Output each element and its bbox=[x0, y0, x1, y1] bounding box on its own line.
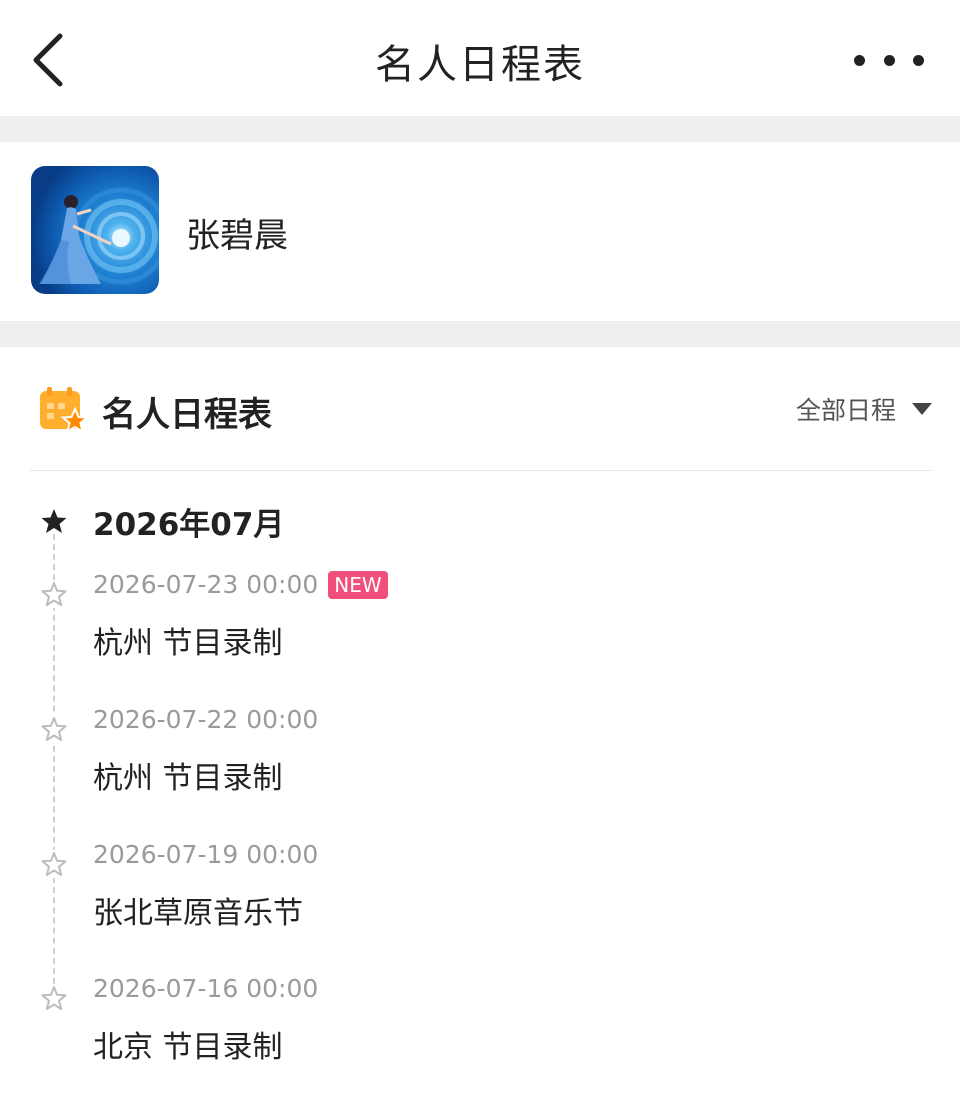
more-button[interactable] bbox=[854, 40, 924, 80]
event-title: 杭州 节目录制 bbox=[93, 626, 283, 661]
event-date-text: 2026-07-16 00:00 bbox=[93, 974, 319, 1003]
outline-star-icon bbox=[40, 984, 68, 1012]
section-separator bbox=[0, 321, 960, 347]
event-title: 张北草原音乐节 bbox=[93, 896, 303, 931]
event-date-text: 2026-07-22 00:00 bbox=[93, 705, 319, 734]
schedule-event[interactable]: 2026-07-16 00:00 北京 节目录制 bbox=[0, 974, 960, 1084]
schedule-filter-dropdown[interactable]: 全部日程 bbox=[796, 391, 932, 427]
event-date: 2026-07-16 00:00 bbox=[93, 974, 318, 1003]
avatar-image bbox=[31, 166, 159, 294]
event-date: 2026-07-23 00:00 NEW bbox=[93, 570, 388, 599]
schedule-title: 名人日程表 bbox=[102, 395, 272, 435]
schedule-header: 名人日程表 全部日程 bbox=[0, 347, 960, 470]
outline-star-icon bbox=[40, 715, 68, 743]
celebrity-avatar[interactable] bbox=[31, 166, 159, 294]
celebrity-card[interactable]: 张碧晨 bbox=[0, 142, 960, 321]
celebrity-name[interactable]: 张碧晨 bbox=[186, 208, 288, 257]
schedule-event[interactable]: 2026-07-23 00:00 NEW 杭州 节目录制 bbox=[0, 570, 960, 680]
month-label: 2026年07月 bbox=[93, 507, 285, 543]
more-dot bbox=[913, 54, 924, 66]
schedule-event[interactable]: 2026-07-22 00:00 杭州 节目录制 bbox=[0, 705, 960, 815]
page-title: 名人日程表 bbox=[375, 42, 585, 88]
outline-star-icon bbox=[40, 850, 68, 878]
caret-down-icon bbox=[912, 403, 932, 415]
divider bbox=[30, 470, 932, 471]
outline-star-icon bbox=[40, 580, 68, 608]
filled-star-icon bbox=[41, 509, 67, 533]
event-date-text: 2026-07-19 00:00 bbox=[93, 840, 319, 869]
top-navbar: 名人日程表 bbox=[0, 0, 960, 116]
more-dot bbox=[854, 54, 865, 66]
event-date-text: 2026-07-23 00:00 bbox=[93, 570, 319, 599]
event-title: 北京 节目录制 bbox=[93, 1030, 283, 1065]
calendar-star-icon bbox=[38, 387, 90, 435]
filter-label: 全部日程 bbox=[795, 396, 896, 425]
new-badge: NEW bbox=[328, 570, 388, 599]
event-date: 2026-07-22 00:00 bbox=[93, 705, 318, 734]
schedule-event[interactable]: 2026-07-19 00:00 张北草原音乐节 bbox=[0, 840, 960, 950]
event-title: 杭州 节目录制 bbox=[93, 761, 283, 796]
event-date: 2026-07-19 00:00 bbox=[93, 840, 318, 869]
more-dot bbox=[883, 54, 895, 66]
section-separator bbox=[0, 116, 960, 142]
